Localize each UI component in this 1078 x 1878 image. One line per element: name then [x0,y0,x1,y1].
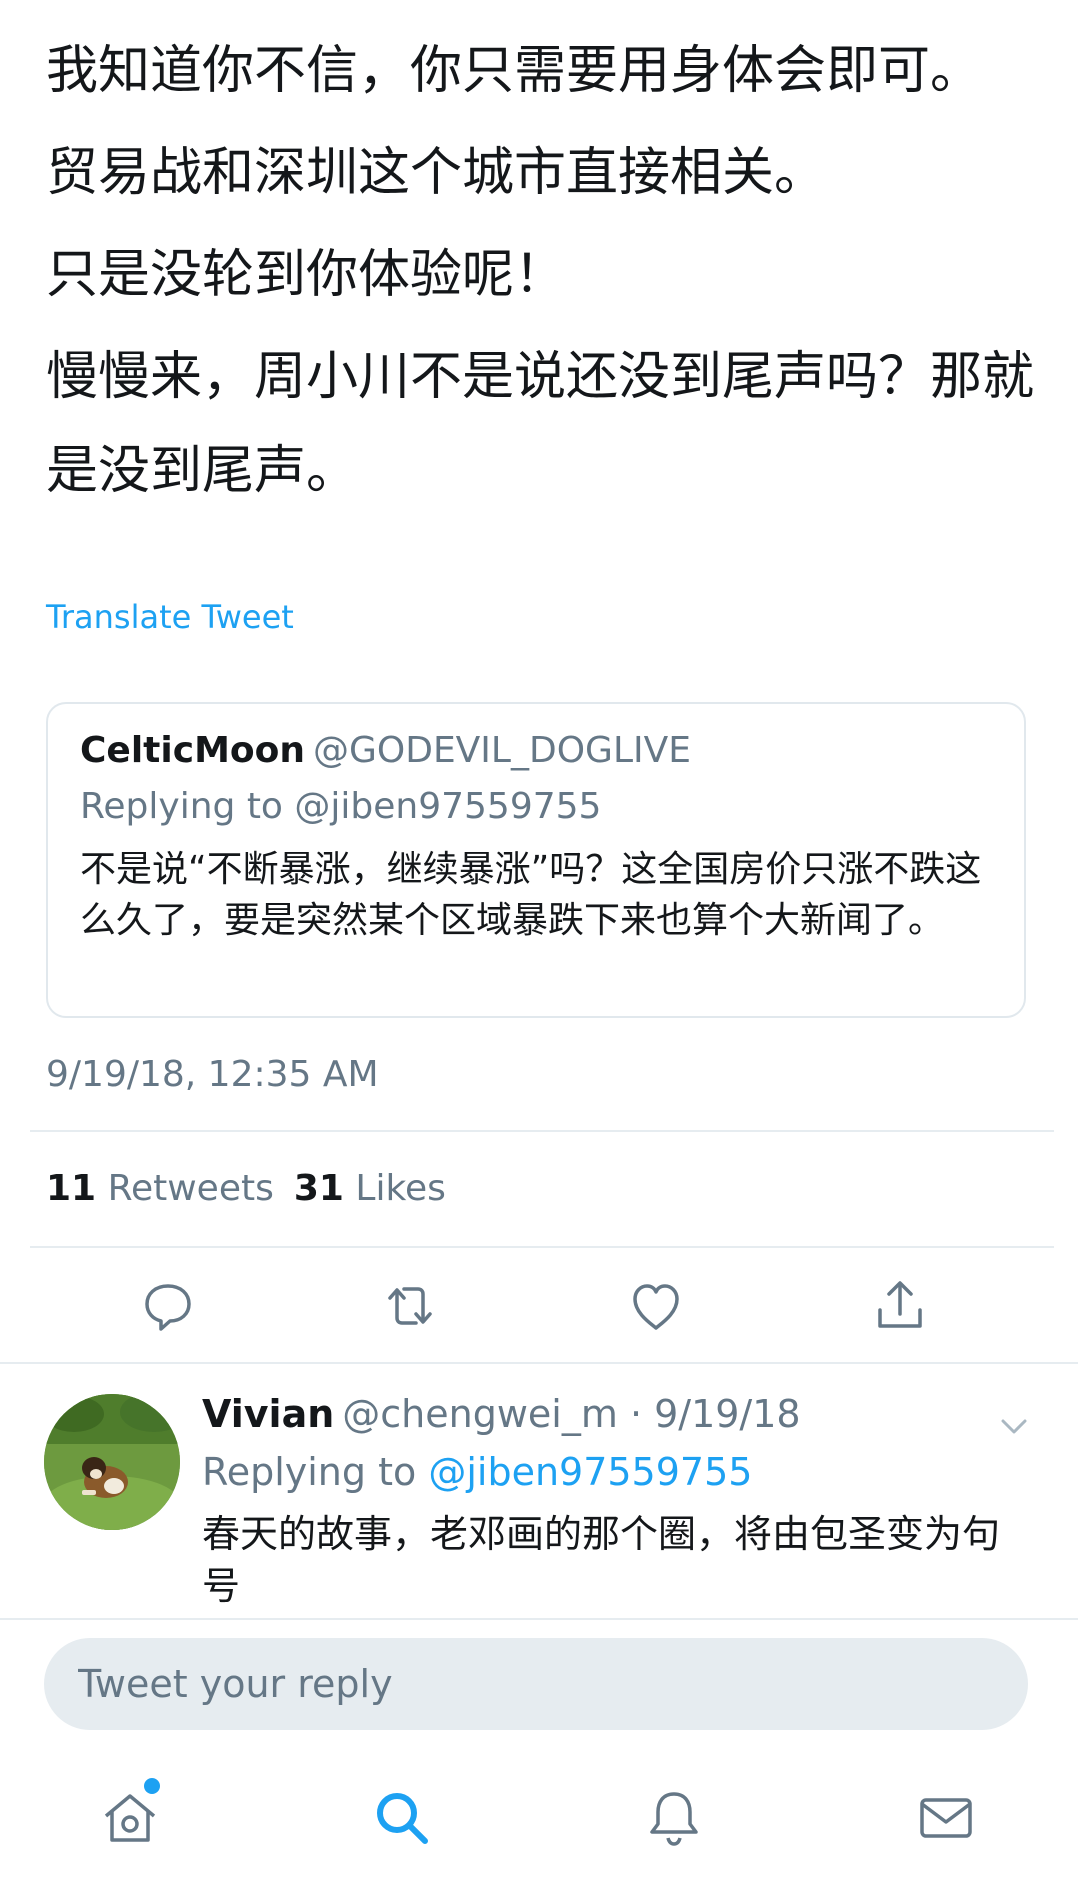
replying-to-mention[interactable]: @jiben97559755 [428,1450,752,1494]
reply-icon[interactable] [138,1276,198,1336]
quoted-author-name: CelticMoon [80,730,305,771]
retweets-stat[interactable]: 11 Retweets [46,1168,274,1209]
quoted-tweet-header: CelticMoon @GODEVIL_DOGLIVE [80,730,691,771]
tweet-timestamp: 9/19/18, 12:35 AM [46,1054,379,1095]
tweet-line-3: 只是没轮到你体验呢！ [46,245,567,305]
reply-header: Vivian @chengwei_m · 9/19/18 [202,1392,801,1436]
quoted-author-handle: @GODEVIL_DOGLIVE [312,730,691,771]
retweet-icon[interactable] [380,1276,440,1336]
search-icon[interactable] [370,1786,434,1850]
notifications-icon[interactable] [642,1786,706,1850]
divider [30,1130,1054,1132]
quoted-tweet-card[interactable]: CelticMoon @GODEVIL_DOGLIVE Replying to @… [46,702,1026,1018]
likes-count: 31 [293,1168,344,1209]
retweets-label: Retweets [107,1168,274,1209]
reply-composer[interactable] [44,1638,1028,1730]
likes-label: Likes [355,1168,446,1209]
retweets-count: 11 [46,1168,97,1209]
tweet-reply-input[interactable] [78,1660,978,1708]
replying-to-label: Replying to [202,1450,417,1494]
quoted-tweet-text: 不是说“不断暴涨，继续暴涨”吗？这全国房价只涨不跌这么久了，要是突然某个区域暴跌… [80,849,982,941]
likes-stat[interactable]: 31 Likes [294,1168,446,1209]
quoted-replying-to: Replying to @jiben97559755 [80,786,602,827]
home-icon[interactable] [98,1786,162,1850]
tweet-line-2: 贸易战和深圳这个城市直接相关。 [46,143,827,203]
chevron-down-icon[interactable] [996,1408,1032,1444]
tweet-text: 我知道你不信，你只需要用身体会即可。 贸易战和深圳这个城市直接相关。 只是没轮到… [46,24,1046,526]
avatar[interactable] [44,1394,180,1530]
messages-icon[interactable] [914,1786,978,1850]
divider [30,1246,1054,1248]
heart-icon[interactable] [626,1276,686,1336]
divider [0,1618,1078,1620]
reply-author-meta: @chengwei_m · 9/19/18 [342,1392,801,1436]
reply-replying-to: Replying to @jiben97559755 [202,1450,752,1494]
tweet-stats: 11 Retweets 31 Likes [46,1168,446,1209]
reply-text: 春天的故事，老邓画的那个圈，将由包圣变为句号 [202,1512,1001,1608]
reply-author-name[interactable]: Vivian [202,1392,334,1436]
home-notification-dot [144,1778,160,1794]
bottom-tab-bar [0,1756,1078,1878]
tweet-line-4: 慢慢来，周小川不是说还没到尾声吗？那就是没到尾声。 [46,347,1035,501]
share-icon[interactable] [870,1276,930,1336]
reply-tweet[interactable]: Vivian @chengwei_m · 9/19/18 Replying to … [0,1364,1078,1616]
tweet-line-1: 我知道你不信，你只需要用身体会即可。 [46,41,983,101]
translate-tweet-link[interactable]: Translate Tweet [46,598,294,636]
